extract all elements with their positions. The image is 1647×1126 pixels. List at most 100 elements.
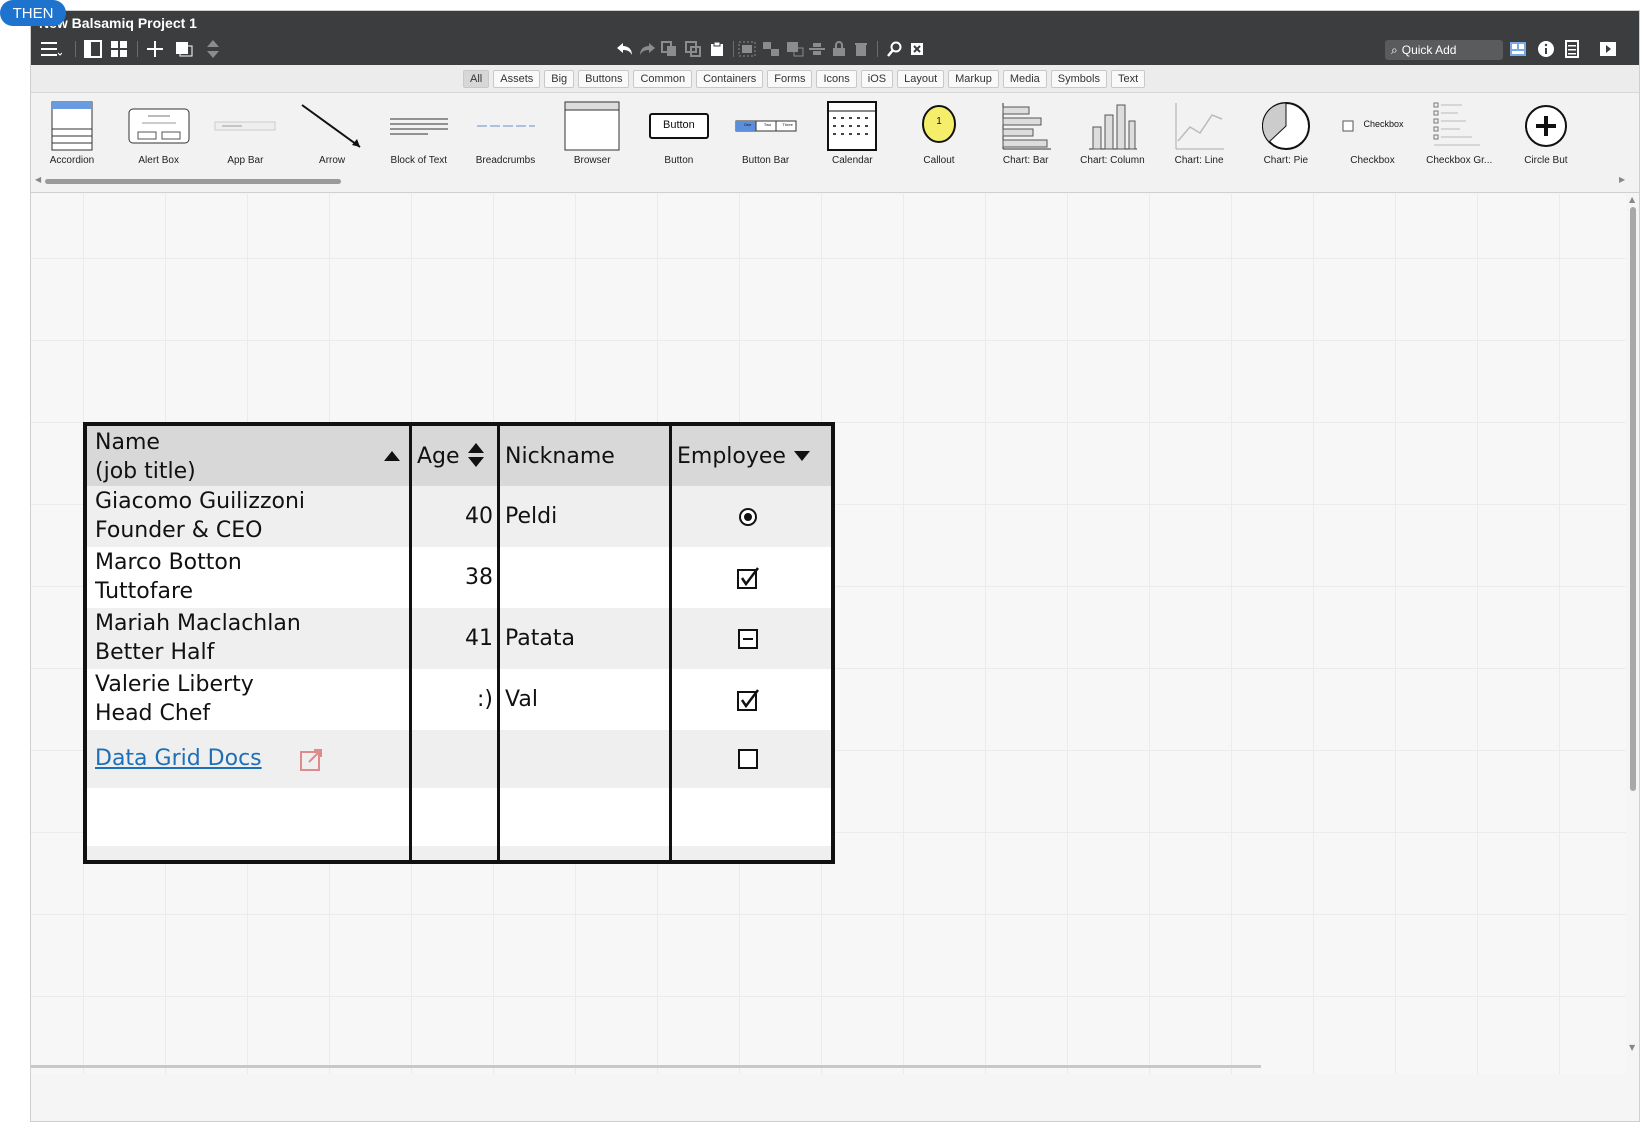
chart-pie-icon — [1243, 97, 1329, 155]
sort-both-icon[interactable] — [467, 442, 485, 468]
filter-tab-markup[interactable]: Markup — [948, 70, 999, 88]
sort-descending-icon[interactable] — [793, 450, 811, 462]
filter-tab-assets[interactable]: Assets — [493, 70, 541, 88]
library-item-arrow[interactable]: Arrow — [289, 97, 375, 173]
breadcrumbs-icon — [463, 97, 549, 155]
table-row[interactable]: Valerie Liberty Head Chef:) Val — [87, 669, 831, 730]
quick-add-input[interactable]: ⌕ Quick Add — [1385, 40, 1503, 60]
sort-ascending-icon[interactable] — [383, 450, 401, 462]
library-item-app-bar[interactable]: App Bar — [202, 97, 288, 173]
library-item-label: Button Bar — [741, 155, 790, 166]
filter-tab-all[interactable]: All — [463, 70, 490, 88]
group-icon[interactable] — [737, 39, 757, 59]
library-scrollbar-thumb[interactable] — [45, 179, 341, 184]
search-icon[interactable] — [885, 39, 905, 59]
presentation-icon[interactable] — [1597, 39, 1619, 59]
library-item-button[interactable]: Button Button — [636, 97, 722, 173]
filter-tab-layout[interactable]: Layout — [897, 70, 945, 88]
employee-title: Tuttofare — [95, 579, 194, 604]
data-grid-docs-link[interactable]: Data Grid Docs — [95, 744, 315, 778]
scroll-up-arrow-icon[interactable]: ▲ — [1629, 195, 1635, 204]
filter-tab-common[interactable]: Common — [633, 70, 693, 88]
calendar-icon — [809, 97, 895, 155]
radio-selected-icon[interactable] — [735, 504, 761, 530]
arrange-icon[interactable] — [785, 39, 805, 59]
library-item-callout[interactable]: 1 Callout — [896, 97, 982, 173]
hamburger-menu-icon[interactable] — [39, 39, 63, 59]
filter-tab-big[interactable]: Big — [544, 70, 575, 88]
app-bar-icon — [202, 97, 288, 155]
library-item-chart-bar[interactable]: Chart: Bar — [983, 97, 1069, 173]
assets-icon[interactable] — [1507, 39, 1529, 59]
scroll-down-arrow-icon[interactable]: ▼ — [1629, 1043, 1635, 1052]
header-name[interactable]: Name (job title) — [95, 428, 395, 488]
paste-icon[interactable] — [707, 39, 727, 59]
grid-view-icon[interactable] — [109, 39, 129, 59]
filter-tab-media[interactable]: Media — [1002, 70, 1047, 88]
cell-name: Valerie Liberty Head Chef — [95, 670, 405, 731]
cut-icon[interactable] — [683, 39, 703, 59]
filter-tab-text[interactable]: Text — [1110, 70, 1146, 88]
callout-thumb-number: 1 — [936, 116, 942, 127]
library-item-browser[interactable]: Browser — [549, 97, 635, 173]
scroll-right-arrow-icon[interactable]: ▶ — [1619, 175, 1625, 184]
add-icon[interactable] — [145, 39, 165, 59]
checkbox-checked-icon[interactable] — [735, 565, 761, 591]
align-icon[interactable] — [807, 39, 827, 59]
library-item-alert-box[interactable]: Alert Box — [116, 97, 202, 173]
library-item-checkbox-group[interactable]: Checkbox Gr... — [1416, 97, 1502, 173]
canvas-horizontal-scrollbar[interactable] — [31, 1065, 1261, 1068]
info-icon[interactable] — [1535, 39, 1557, 59]
mockup-canvas[interactable]: Name (job title) Age Nickname Employee G… — [31, 194, 1626, 1074]
library-item-button-bar[interactable]: One Two Three Button Bar — [723, 97, 809, 173]
filter-tab-symbols[interactable]: Symbols — [1050, 70, 1107, 88]
external-link-icon[interactable] — [299, 746, 325, 776]
reorder-icon[interactable] — [203, 39, 223, 59]
ungroup-icon[interactable] — [761, 39, 781, 59]
library-item-checkbox[interactable]: Checkbox Checkbox — [1330, 97, 1416, 173]
table-row[interactable]: Marco Botton Tuttofare 38 — [87, 547, 831, 608]
library-item-label: Breadcrumbs — [475, 155, 536, 166]
app-window: New Balsamiq Project 1 ⌕ Quick Add All A… — [30, 10, 1640, 1122]
toolbar-separator — [733, 41, 734, 57]
table-row[interactable]: Mariah Maclachlan Better Half 41 Patata — [87, 608, 831, 669]
scroll-left-arrow-icon[interactable]: ◀ — [35, 175, 41, 184]
filter-tab-ios[interactable]: iOS — [860, 70, 894, 88]
library-item-breadcrumbs[interactable]: Breadcrumbs — [463, 97, 549, 173]
filter-tab-buttons[interactable]: Buttons — [578, 70, 630, 88]
properties-icon[interactable] — [1561, 39, 1583, 59]
checkbox-indeterminate-icon[interactable] — [735, 626, 761, 652]
data-grid[interactable]: Name (job title) Age Nickname Employee G… — [83, 422, 835, 864]
canvas-vertical-scrollbar-thumb[interactable] — [1630, 207, 1636, 791]
copy-icon[interactable] — [659, 39, 679, 59]
filter-tab-containers[interactable]: Containers — [696, 70, 764, 88]
block-of-text-icon — [376, 97, 462, 155]
library-item-calendar[interactable]: Calendar — [809, 97, 895, 173]
grid-empty-row — [87, 846, 831, 860]
library-item-circle-button[interactable]: Circle But — [1503, 97, 1589, 173]
library-item-block-of-text[interactable]: Block of Text — [376, 97, 462, 173]
filter-tab-icons[interactable]: Icons — [816, 70, 857, 88]
close-search-icon[interactable] — [907, 39, 927, 59]
undo-icon[interactable] — [615, 39, 635, 59]
single-pane-icon[interactable] — [83, 39, 103, 59]
library-item-chart-line[interactable]: Chart: Line — [1156, 97, 1242, 173]
library-item-label: Arrow — [319, 155, 346, 166]
library-item-chart-pie[interactable]: Chart: Pie — [1243, 97, 1329, 173]
library-item-label: Chart: Column — [1080, 155, 1145, 166]
button-bar-thumb-label: One — [743, 122, 752, 127]
employee-title: Better Half — [95, 640, 215, 665]
checkbox-unchecked-icon[interactable] — [735, 746, 761, 772]
library-item-accordion[interactable]: Accordion — [31, 97, 115, 173]
library-item-label: App Bar — [227, 155, 264, 166]
duplicate-icon[interactable] — [173, 39, 197, 59]
library-item-chart-column[interactable]: Chart: Column — [1069, 97, 1155, 173]
library-filter-bar: All Assets Big Buttons Common Containers Forms… — [31, 65, 1639, 93]
checkbox-checked-icon[interactable] — [735, 687, 761, 713]
filter-tab-forms[interactable]: Forms — [767, 70, 813, 88]
quick-add-placeholder: Quick Add — [1401, 43, 1457, 57]
redo-icon[interactable] — [637, 39, 657, 59]
table-row[interactable]: Giacomo Guilizzoni Founder & CEO 40 Peldi — [87, 486, 831, 547]
lock-icon[interactable] — [829, 39, 849, 59]
trash-icon[interactable] — [851, 39, 871, 59]
